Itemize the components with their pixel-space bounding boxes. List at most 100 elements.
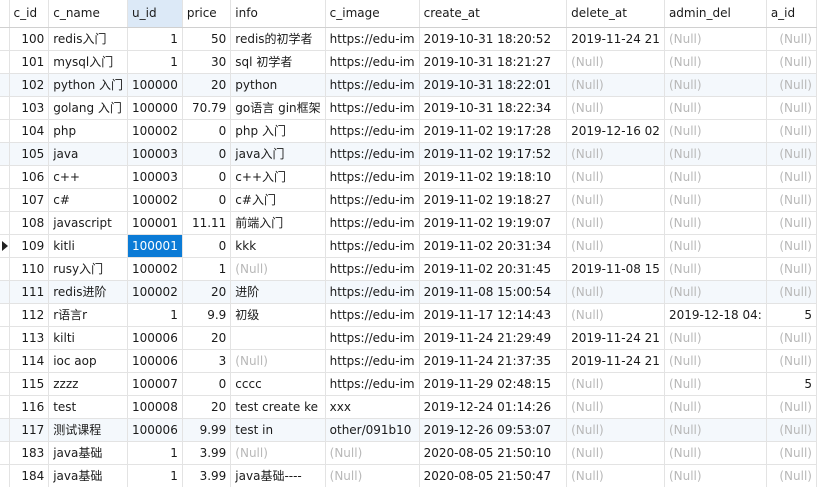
cell-admin-del[interactable]: (Null) — [664, 418, 767, 442]
cell-info[interactable]: 进阶 — [230, 280, 326, 304]
cell-c-image[interactable]: https://edu-im — [325, 280, 420, 304]
cell-admin-del[interactable]: (Null) — [664, 280, 767, 304]
cell-create-at[interactable]: 2019-11-29 02:48:15 — [419, 372, 568, 396]
column-header-a_id[interactable]: a_id — [766, 0, 817, 28]
cell-a-id[interactable]: (Null) — [766, 73, 817, 97]
cell-price[interactable]: 50 — [182, 27, 232, 51]
cell-create-at[interactable]: 2019-11-24 21:37:35 — [419, 349, 568, 373]
cell-c-name[interactable]: r语言r — [48, 303, 129, 327]
row-header[interactable] — [0, 119, 10, 143]
cell-u-id[interactable]: 100003 — [127, 165, 183, 189]
column-header-price[interactable]: price — [182, 0, 232, 28]
cell-u-id[interactable]: 100000 — [127, 73, 183, 97]
cell-info[interactable]: 初级 — [230, 303, 326, 327]
table-row[interactable]: 104 php 100002 0 php 入门 https://edu-im 2019-11… — [0, 119, 817, 143]
cell-a-id[interactable]: (Null) — [766, 119, 817, 143]
row-header[interactable] — [0, 280, 10, 304]
row-header[interactable] — [0, 464, 10, 487]
cell-c-name[interactable]: mysql入门 — [48, 50, 129, 74]
cell-u-id[interactable]: 1 — [127, 27, 183, 51]
cell-admin-del[interactable]: 2019-12-18 04: — [664, 303, 767, 327]
row-header[interactable] — [0, 395, 10, 419]
cell-u-id[interactable]: 100001 — [127, 211, 183, 235]
cell-c-image[interactable]: https://edu-im — [325, 188, 420, 212]
cell-admin-del[interactable]: (Null) — [664, 257, 767, 281]
cell-a-id[interactable]: (Null) — [766, 395, 817, 419]
row-header[interactable] — [0, 441, 10, 465]
cell-c-name[interactable]: redis入门 — [48, 27, 129, 51]
row-header[interactable] — [0, 50, 10, 74]
cell-info[interactable]: (Null) — [230, 441, 326, 465]
cell-a-id[interactable]: (Null) — [766, 464, 817, 487]
cell-price[interactable]: 20 — [182, 326, 232, 350]
row-header[interactable] — [0, 326, 10, 350]
row-header[interactable] — [0, 73, 10, 97]
cell-c-id[interactable]: 106 — [9, 165, 50, 189]
cell-c-name[interactable]: ioc aop — [48, 349, 129, 373]
cell-price[interactable]: 20 — [182, 73, 232, 97]
table-row[interactable]: 115 zzzz 100007 0 cccc https://edu-im 2019-11-… — [0, 372, 817, 396]
cell-create-at[interactable]: 2019-11-02 19:17:52 — [419, 142, 568, 166]
table-row[interactable]: 102 python 入门 100000 20 python https://edu-im… — [0, 73, 817, 97]
cell-info[interactable]: cccc — [230, 372, 326, 396]
cell-c-id[interactable]: 101 — [9, 50, 50, 74]
cell-info[interactable]: test in — [230, 418, 326, 442]
column-header-c_id[interactable]: c_id — [9, 0, 50, 28]
cell-u-id[interactable]: 1 — [127, 50, 183, 74]
cell-c-name[interactable]: java基础 — [48, 441, 129, 465]
cell-delete-at[interactable]: 2019-11-24 21 — [566, 27, 665, 51]
cell-price[interactable]: 0 — [182, 234, 232, 258]
cell-u-id[interactable]: 100001 — [127, 234, 183, 258]
cell-price[interactable]: 0 — [182, 119, 232, 143]
cell-admin-del[interactable]: (Null) — [664, 441, 767, 465]
cell-c-name[interactable]: test — [48, 395, 129, 419]
cell-info[interactable]: (Null) — [230, 257, 326, 281]
cell-a-id[interactable]: (Null) — [766, 326, 817, 350]
cell-info[interactable]: java入门 — [230, 142, 326, 166]
cell-c-id[interactable]: 100 — [9, 27, 50, 51]
cell-admin-del[interactable]: (Null) — [664, 326, 767, 350]
cell-price[interactable]: 0 — [182, 142, 232, 166]
cell-c-id[interactable]: 111 — [9, 280, 50, 304]
cell-info[interactable]: c#入门 — [230, 188, 326, 212]
cell-admin-del[interactable]: (Null) — [664, 372, 767, 396]
cell-info[interactable]: go语言 gin框架 — [230, 96, 326, 120]
cell-a-id[interactable]: (Null) — [766, 50, 817, 74]
column-header-create_at[interactable]: create_at — [419, 0, 568, 28]
cell-price[interactable]: 3.99 — [182, 464, 232, 487]
table-row[interactable]: 100 redis入门 1 50 redis的初学者 https://edu-im 2019… — [0, 27, 817, 51]
cell-create-at[interactable]: 2020-08-05 21:50:10 — [419, 441, 568, 465]
cell-a-id[interactable]: (Null) — [766, 280, 817, 304]
cell-price[interactable]: 0 — [182, 165, 232, 189]
row-header[interactable] — [0, 96, 10, 120]
cell-c-name[interactable]: php — [48, 119, 129, 143]
cell-c-id[interactable]: 184 — [9, 464, 50, 487]
cell-price[interactable]: 3 — [182, 349, 232, 373]
table-row[interactable]: 116 test 100008 20 test create ke xxx 2019-12-… — [0, 395, 817, 419]
cell-info[interactable]: test create ke — [230, 395, 326, 419]
cell-c-name[interactable]: kilti — [48, 326, 129, 350]
row-header[interactable] — [0, 257, 10, 281]
row-header[interactable] — [0, 188, 10, 212]
column-header-delete_at[interactable]: delete_at — [566, 0, 665, 28]
cell-c-image[interactable]: other/091b10 — [325, 418, 420, 442]
cell-a-id[interactable]: (Null) — [766, 27, 817, 51]
column-header-c_name[interactable]: c_name — [48, 0, 129, 28]
row-header[interactable] — [0, 418, 10, 442]
cell-delete-at[interactable]: 2019-11-24 21 — [566, 349, 665, 373]
cell-c-id[interactable]: 114 — [9, 349, 50, 373]
cell-c-image[interactable]: https://edu-im — [325, 119, 420, 143]
cell-create-at[interactable]: 2019-11-24 21:29:49 — [419, 326, 568, 350]
cell-c-name[interactable]: redis进阶 — [48, 280, 129, 304]
cell-create-at[interactable]: 2019-10-31 18:22:34 — [419, 96, 568, 120]
cell-info[interactable]: sql 初学者 — [230, 50, 326, 74]
cell-admin-del[interactable]: (Null) — [664, 50, 767, 74]
cell-c-name[interactable]: java基础 — [48, 464, 129, 487]
row-header-corner[interactable] — [0, 0, 10, 28]
cell-admin-del[interactable]: (Null) — [664, 395, 767, 419]
cell-c-image[interactable]: https://edu-im — [325, 142, 420, 166]
cell-price[interactable]: 20 — [182, 395, 232, 419]
cell-delete-at[interactable]: 2019-11-08 15 — [566, 257, 665, 281]
cell-a-id[interactable]: (Null) — [766, 418, 817, 442]
cell-price[interactable]: 0 — [182, 372, 232, 396]
